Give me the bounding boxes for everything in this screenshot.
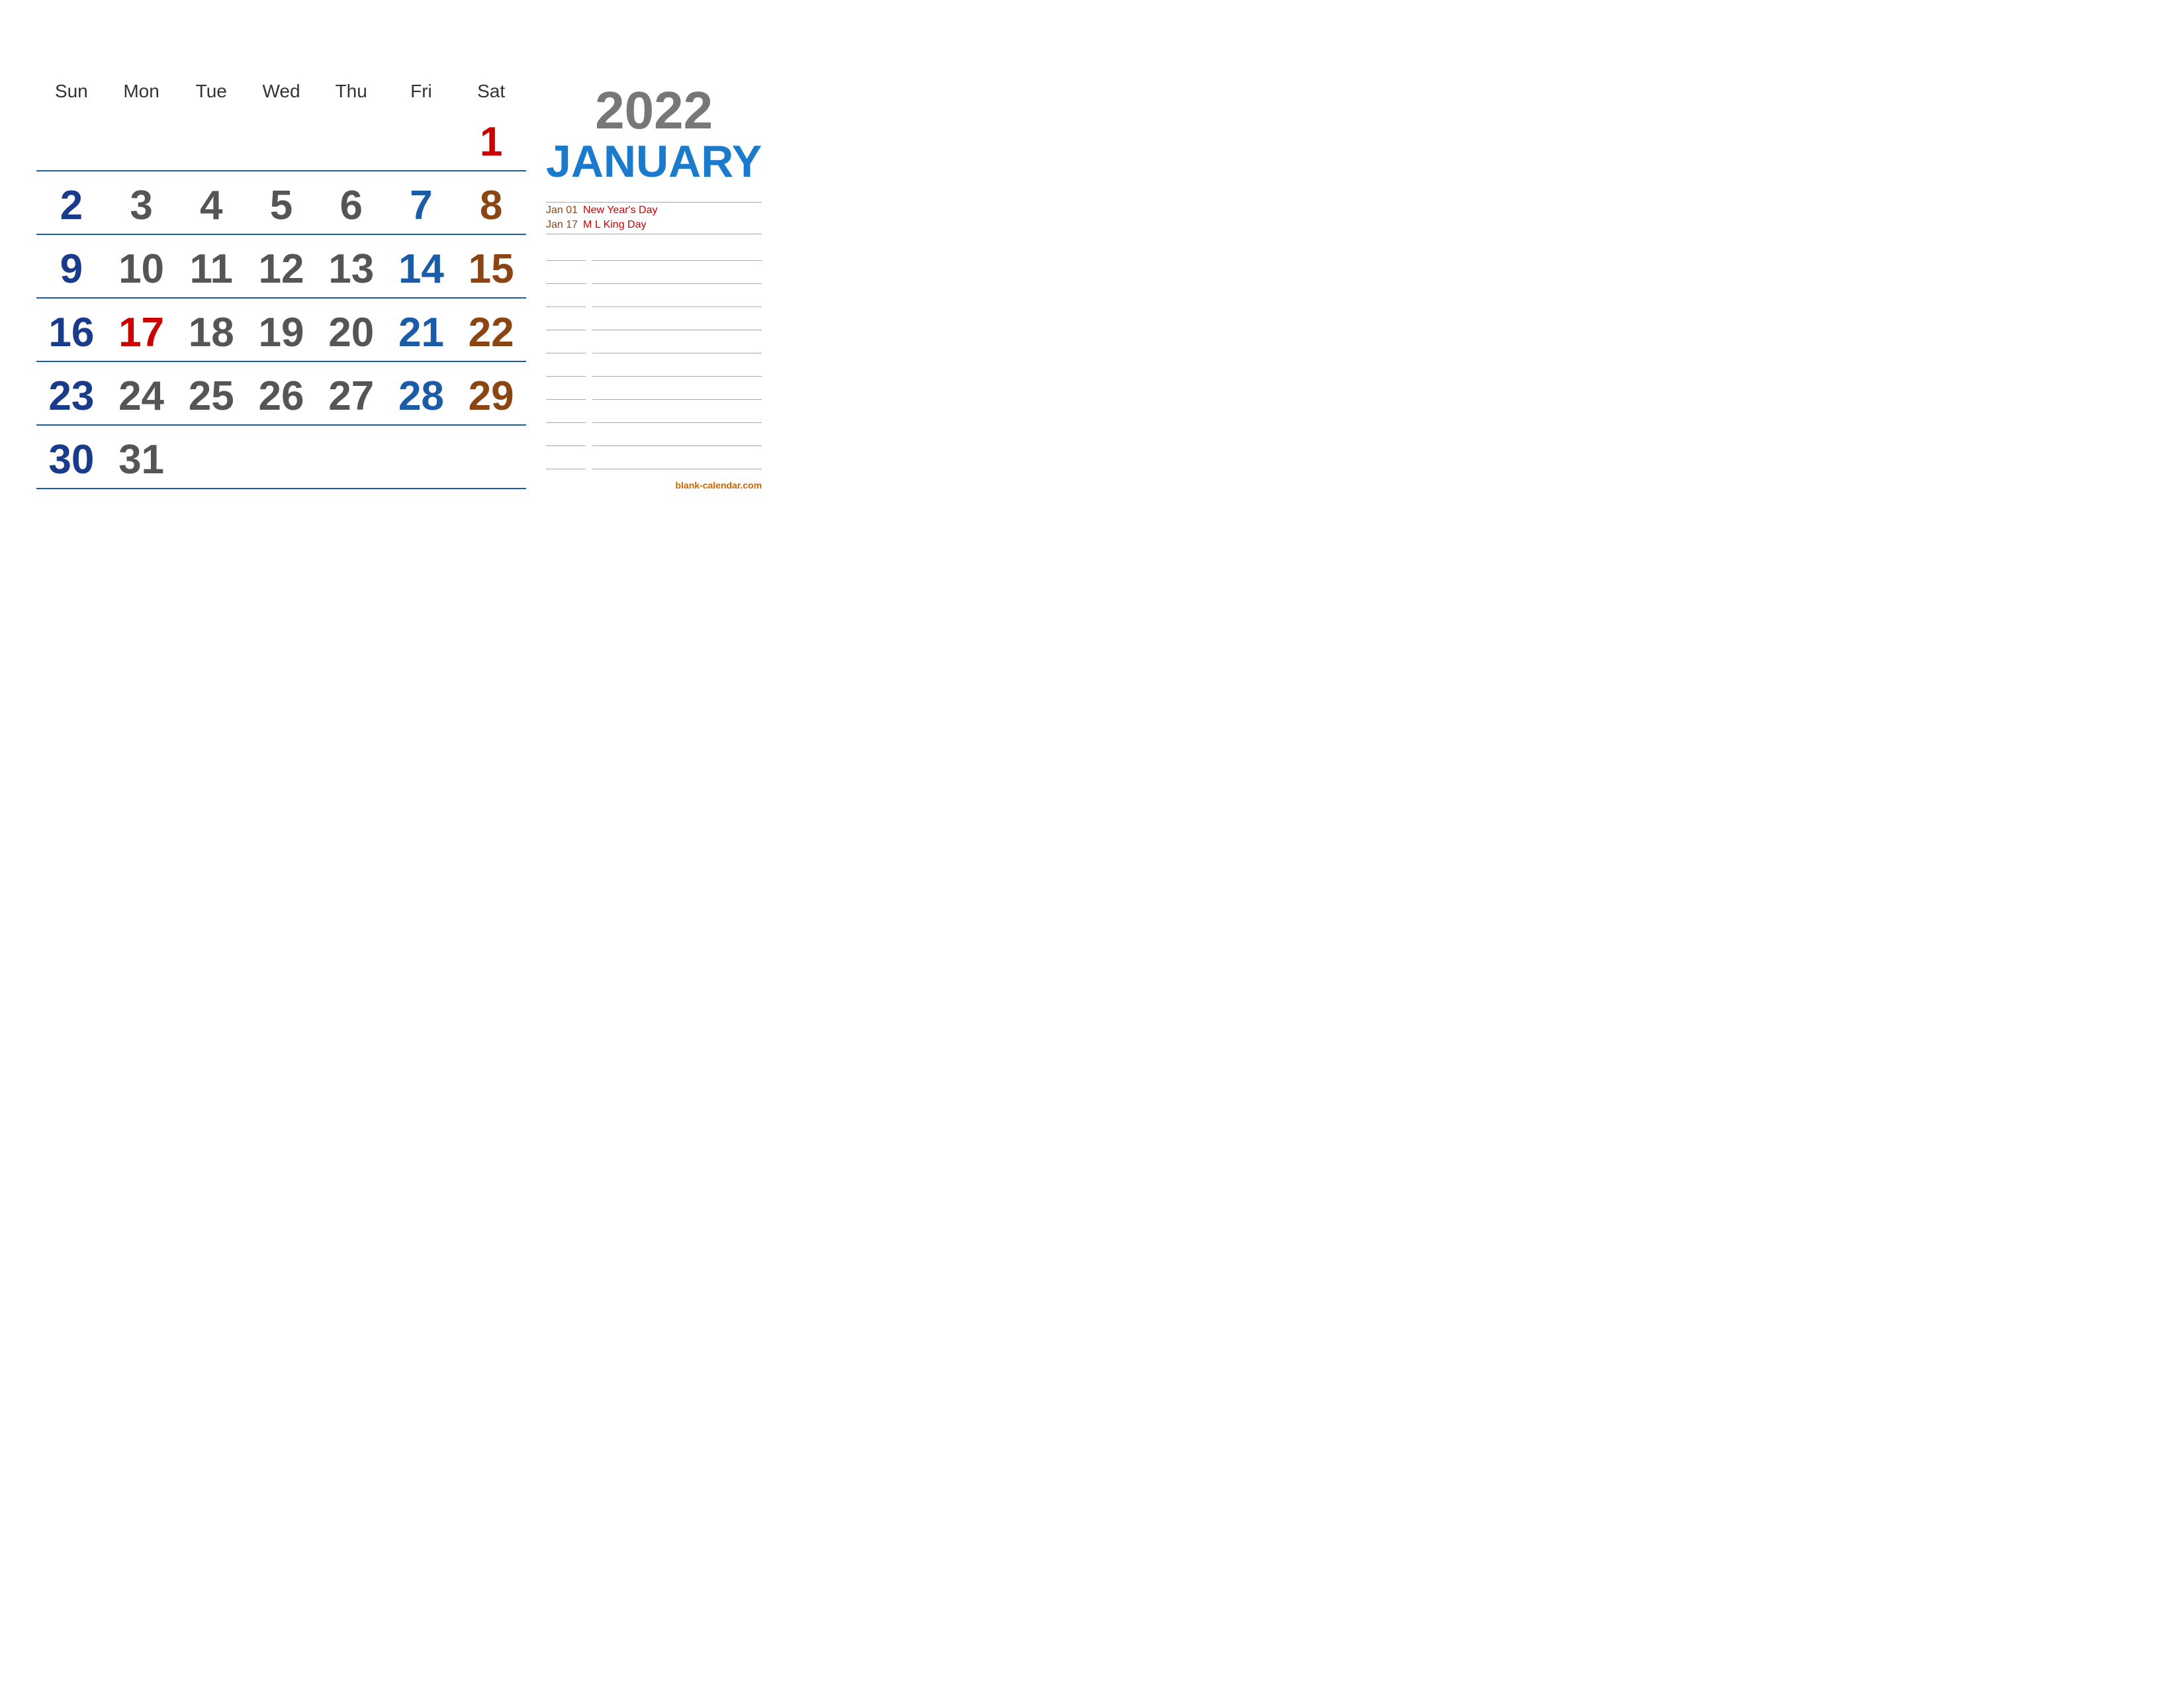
day-cell-25: 25 (176, 365, 246, 424)
day-cell-30: 30 (36, 428, 107, 488)
note-row-3 (546, 316, 762, 330)
day-cell-7: 7 (387, 174, 457, 234)
week-row-1: 2345678 (36, 174, 526, 234)
note-date-line (546, 316, 586, 330)
note-row-1 (546, 269, 762, 284)
day-cell-27: 27 (316, 365, 387, 424)
note-content-line (592, 316, 762, 330)
week-separator-0 (36, 170, 526, 171)
day-cell-23: 23 (36, 365, 107, 424)
day-header-sat: Sat (456, 77, 526, 105)
note-date-line (546, 269, 586, 284)
holiday-date: Jan 17 (546, 219, 578, 231)
day-cell-11: 11 (176, 238, 246, 297)
day-cell-28: 28 (387, 365, 457, 424)
note-date-line (546, 432, 586, 446)
day-cell-24: 24 (107, 365, 177, 424)
note-date-line (546, 385, 586, 400)
week-separator-5 (36, 488, 526, 489)
day-header-fri: Fri (387, 77, 457, 105)
day-header-sun: Sun (36, 77, 107, 105)
holiday-entry: Jan 01 New Year's Day (546, 205, 762, 216)
day-cell-19: 19 (246, 301, 316, 361)
day-cell-15: 15 (456, 238, 526, 297)
note-row-9 (546, 455, 762, 469)
calendar-grid: SunMonTueWedThuFriSat 123456789101112131… (36, 77, 526, 492)
note-date-line (546, 293, 586, 307)
calendar-right-panel: 2022 JANUARY Jan 01 New Year's Day Jan 17 M… (526, 77, 762, 492)
footer-text: blank-calendar.com (675, 480, 762, 491)
year-display: 2022 (546, 84, 762, 137)
note-content-line (592, 408, 762, 423)
day-cell-21: 21 (387, 301, 457, 361)
day-header-thu: Thu (316, 77, 387, 105)
day-cell-26: 26 (246, 365, 316, 424)
week-row-4: 23242526272829 (36, 365, 526, 424)
note-content-line (592, 246, 762, 261)
week-row-5: 3031 (36, 428, 526, 488)
note-content-line (592, 432, 762, 446)
day-headers: SunMonTueWedThuFriSat (36, 77, 526, 105)
week-separator-3 (36, 361, 526, 362)
note-row-4 (546, 339, 762, 353)
note-row-6 (546, 385, 762, 400)
week-row-0: 1 (36, 111, 526, 170)
day-header-tue: Tue (176, 77, 246, 105)
note-content-line (592, 362, 762, 377)
note-row-7 (546, 408, 762, 423)
day-cell-10: 10 (107, 238, 177, 297)
note-date-line (546, 408, 586, 423)
footer: blank-calendar.com (546, 480, 762, 492)
day-cell-20: 20 (316, 301, 387, 361)
week-row-2: 9101112131415 (36, 238, 526, 297)
day-cell-14: 14 (387, 238, 457, 297)
notes-lines (546, 243, 762, 475)
note-content-line (592, 385, 762, 400)
note-content-line (592, 269, 762, 284)
day-cell-2: 2 (36, 174, 107, 234)
week-separator-4 (36, 424, 526, 426)
weeks-container: 1234567891011121314151617181920212223242… (36, 111, 526, 489)
day-cell-29: 29 (456, 365, 526, 424)
note-row-0 (546, 246, 762, 261)
day-cell-8: 8 (456, 174, 526, 234)
day-cell-6: 6 (316, 174, 387, 234)
holidays-list: Jan 01 New Year's Day Jan 17 M L King Day (546, 205, 762, 231)
note-row-5 (546, 362, 762, 377)
note-date-line (546, 455, 586, 469)
note-content-line (592, 293, 762, 307)
holiday-date: Jan 01 (546, 205, 578, 216)
day-cell-9: 9 (36, 238, 107, 297)
note-date-line (546, 246, 586, 261)
holiday-separator-top (546, 202, 762, 203)
month-display: JANUARY (546, 137, 762, 187)
day-header-mon: Mon (107, 77, 177, 105)
day-cell-1: 1 (456, 111, 526, 170)
note-row-8 (546, 432, 762, 446)
holiday-entry: Jan 17 M L King Day (546, 219, 762, 231)
day-cell-16: 16 (36, 301, 107, 361)
day-cell-31: 31 (107, 428, 177, 488)
week-separator-2 (36, 297, 526, 299)
day-cell-3: 3 (107, 174, 177, 234)
note-content-line (592, 339, 762, 353)
day-cell-17: 17 (107, 301, 177, 361)
day-cell-5: 5 (246, 174, 316, 234)
note-content-line (592, 455, 762, 469)
week-separator-1 (36, 234, 526, 235)
note-row-2 (546, 293, 762, 307)
day-cell-4: 4 (176, 174, 246, 234)
calendar-container: SunMonTueWedThuFriSat 123456789101112131… (17, 58, 711, 505)
day-cell-13: 13 (316, 238, 387, 297)
day-cell-12: 12 (246, 238, 316, 297)
holiday-name: New Year's Day (583, 205, 657, 216)
day-cell-22: 22 (456, 301, 526, 361)
note-date-line (546, 339, 586, 353)
note-date-line (546, 362, 586, 377)
day-cell-18: 18 (176, 301, 246, 361)
holiday-name: M L King Day (583, 219, 646, 231)
day-header-wed: Wed (246, 77, 316, 105)
week-row-3: 16171819202122 (36, 301, 526, 361)
holidays-block: Jan 01 New Year's Day Jan 17 M L King Day (546, 200, 762, 236)
